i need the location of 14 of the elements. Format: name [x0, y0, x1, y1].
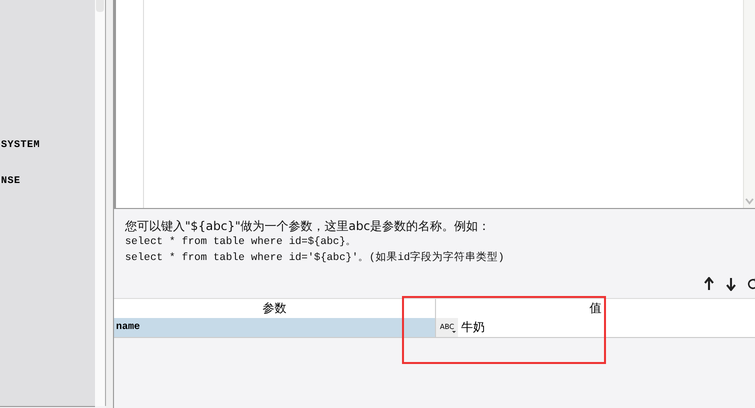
value-field[interactable]: 牛奶 — [461, 318, 485, 337]
arrow-up-icon[interactable] — [703, 277, 715, 291]
help-text: 您可以键入"${abc}"做为一个参数，这里abc是参数的名称。例如： — [125, 219, 492, 233]
arrow-down-icon[interactable] — [725, 277, 737, 291]
help-text: select * from table where id='${abc}'。(如果id字段为字符串类型) — [125, 251, 506, 265]
chevron-down-icon[interactable] — [745, 198, 754, 205]
column-header[interactable]: 值 — [436, 299, 755, 318]
help-text: select * from table where id=${abc}。 — [125, 235, 358, 249]
splitter[interactable] — [106, 0, 114, 408]
tree-item[interactable]: NSE — [1, 175, 95, 189]
scroll-thumb[interactable] — [96, 0, 104, 12]
tree-item[interactable]: SYSTEM — [1, 139, 95, 153]
table-cell[interactable]: name — [114, 318, 436, 337]
scrollbar[interactable] — [95, 0, 106, 406]
